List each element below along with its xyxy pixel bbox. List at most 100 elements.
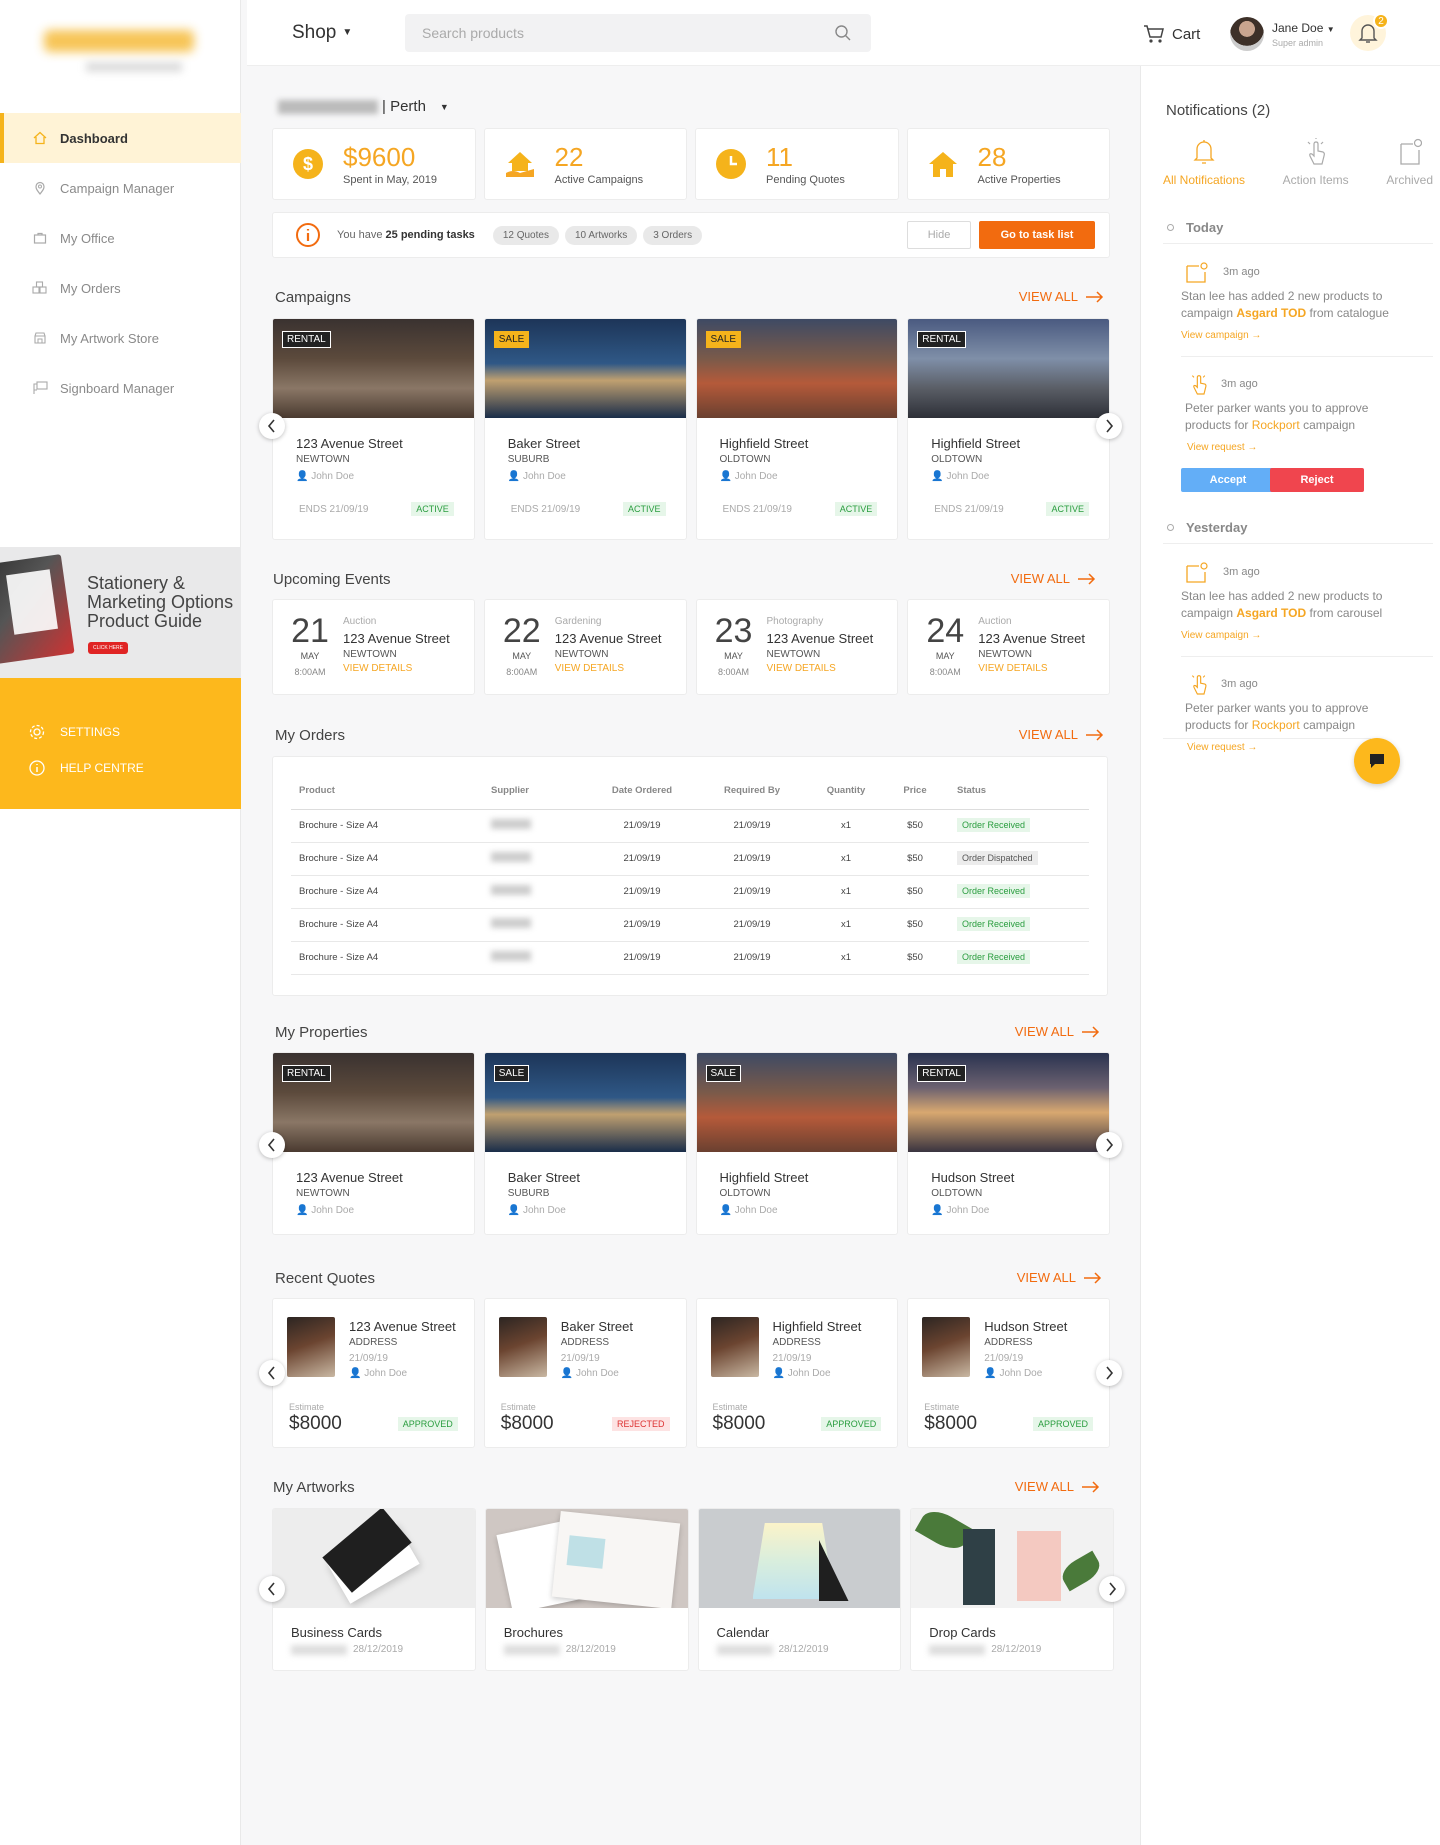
quote-price: $8000 bbox=[712, 1413, 766, 1434]
promo-banner[interactable]: Stationery & Marketing Options Product G… bbox=[0, 547, 241, 678]
location-selector[interactable]: | Perth ▼ bbox=[278, 98, 449, 115]
supplier-blurred bbox=[491, 885, 531, 895]
view-request-link[interactable]: View request → bbox=[1187, 742, 1257, 753]
view-all-link[interactable]: VIEW ALL bbox=[1011, 571, 1096, 586]
view-all-label: VIEW ALL bbox=[1010, 571, 1070, 586]
table-row[interactable]: Brochure - Size A4 21/09/19 21/09/19 x1 … bbox=[291, 908, 1089, 942]
carousel-next-button[interactable] bbox=[1099, 1576, 1125, 1602]
carousel-prev-button[interactable] bbox=[259, 1576, 285, 1602]
artwork-card[interactable]: Brochures 28/12/2019 bbox=[484, 1508, 689, 1671]
stat-card-properties[interactable]: 28 Active Properties bbox=[906, 128, 1110, 200]
user-menu[interactable]: Jane Doe ▼ Super admin bbox=[1230, 17, 1335, 51]
view-request-link[interactable]: View request → bbox=[1187, 442, 1257, 453]
carousel-prev-button[interactable] bbox=[259, 1360, 285, 1386]
event-card[interactable]: 23 MAY 8:00AM Photography 123 Avenue Str… bbox=[695, 599, 899, 695]
go-to-task-list-button[interactable]: Go to task list bbox=[979, 221, 1095, 249]
view-all-link[interactable]: VIEW ALL bbox=[1017, 1270, 1102, 1285]
column-header[interactable]: Required By bbox=[697, 773, 807, 810]
quote-card[interactable]: Baker Street ADDRESS 21/09/19 👤 John Doe… bbox=[483, 1298, 687, 1448]
column-header[interactable]: Product bbox=[291, 773, 491, 810]
store-icon bbox=[32, 330, 48, 346]
property-card[interactable]: SALE Highfield Street OLDTOWN 👤 John Doe bbox=[695, 1052, 899, 1235]
table-row[interactable]: Brochure - Size A4 21/09/19 21/09/19 x1 … bbox=[291, 842, 1089, 876]
stat-card-campaigns[interactable]: 22 Active Campaigns bbox=[483, 128, 687, 200]
column-header[interactable]: Date Ordered bbox=[587, 773, 697, 810]
help-centre-link[interactable]: HELP CENTRE bbox=[0, 750, 241, 786]
campaign-card[interactable]: SALE Highfield Street OLDTOWN 👤 John Doe… bbox=[695, 318, 899, 540]
property-card[interactable]: RENTAL Hudson Street OLDTOWN 👤 John Doe bbox=[907, 1052, 1110, 1235]
view-all-link[interactable]: VIEW ALL bbox=[1019, 727, 1104, 742]
sidebar-item-my-office[interactable]: My Office bbox=[0, 213, 241, 263]
artwork-card[interactable]: Business Cards 28/12/2019 bbox=[272, 1508, 476, 1671]
stat-card-spent[interactable]: $ $9600 Spent in May, 2019 bbox=[272, 128, 476, 200]
table-row[interactable]: Brochure - Size A4 21/09/19 21/09/19 x1 … bbox=[291, 941, 1089, 975]
event-card[interactable]: 21 MAY 8:00AM Auction 123 Avenue Street … bbox=[272, 599, 475, 695]
shop-dropdown[interactable]: Shop ▼ bbox=[292, 22, 352, 44]
pill-orders[interactable]: 3 Orders bbox=[643, 225, 703, 245]
sidebar-item-my-artwork-store[interactable]: My Artwork Store bbox=[0, 313, 241, 363]
carousel-next-button[interactable] bbox=[1096, 413, 1122, 439]
column-header[interactable]: Quantity bbox=[807, 773, 885, 810]
view-details-link[interactable]: VIEW DETAILS bbox=[343, 663, 412, 674]
view-all-link[interactable]: VIEW ALL bbox=[1019, 289, 1104, 304]
hide-button[interactable]: Hide bbox=[907, 221, 971, 249]
pill-artworks[interactable]: 10 Artworks bbox=[564, 225, 638, 245]
sidebar-item-dashboard[interactable]: Dashboard bbox=[0, 113, 241, 163]
campaign-highlight[interactable]: Asgard TOD bbox=[1236, 306, 1306, 320]
notification-text: Stan lee has added 2 new products to cam… bbox=[1181, 288, 1421, 322]
tab-archived[interactable]: Archived bbox=[1386, 138, 1433, 187]
artwork-card[interactable]: Drop Cards 28/12/2019 bbox=[910, 1508, 1114, 1671]
accept-button[interactable]: Accept bbox=[1181, 468, 1275, 492]
table-row[interactable]: Brochure - Size A4 21/09/19 21/09/19 x1 … bbox=[291, 875, 1089, 909]
tab-action-items[interactable]: Action Items bbox=[1283, 138, 1349, 187]
property-card[interactable]: SALE Baker Street SUBURB 👤 John Doe bbox=[483, 1052, 687, 1235]
event-card[interactable]: 22 MAY 8:00AM Gardening 123 Avenue Stree… bbox=[483, 599, 687, 695]
cart-button[interactable]: Cart bbox=[1143, 24, 1200, 44]
view-details-link[interactable]: VIEW DETAILS bbox=[555, 663, 624, 674]
view-all-link[interactable]: VIEW ALL bbox=[1015, 1479, 1100, 1494]
property-card[interactable]: RENTAL 123 Avenue Street NEWTOWN 👤 John … bbox=[272, 1052, 475, 1235]
view-campaign-link[interactable]: View campaign → bbox=[1181, 630, 1261, 641]
campaign-card[interactable]: RENTAL 123 Avenue Street NEWTOWN 👤 John … bbox=[272, 318, 475, 540]
carousel-next-button[interactable] bbox=[1096, 1360, 1122, 1386]
sidebar-item-campaign-manager[interactable]: Campaign Manager bbox=[0, 163, 241, 213]
view-all-link[interactable]: VIEW ALL bbox=[1015, 1024, 1100, 1039]
sidebar-item-signboard-manager[interactable]: Signboard Manager bbox=[0, 363, 241, 413]
campaign-card[interactable]: RENTAL Highfield Street OLDTOWN 👤 John D… bbox=[907, 318, 1110, 540]
notification-item[interactable]: 3m ago Stan lee has added 2 new products… bbox=[1181, 560, 1425, 664]
settings-link[interactable]: SETTINGS bbox=[0, 714, 241, 750]
carousel-prev-button[interactable] bbox=[259, 413, 285, 439]
campaign-card[interactable]: SALE Baker Street SUBURB 👤 John Doe ENDS… bbox=[483, 318, 687, 540]
view-campaign-link[interactable]: View campaign → bbox=[1181, 330, 1261, 341]
column-header[interactable]: Supplier bbox=[491, 773, 587, 810]
search-icon[interactable] bbox=[834, 24, 852, 42]
info-icon bbox=[296, 223, 320, 247]
carousel-prev-button[interactable] bbox=[259, 1132, 285, 1158]
promo-click-button[interactable]: CLICK HERE bbox=[88, 642, 129, 654]
chat-button[interactable] bbox=[1354, 738, 1400, 784]
tab-all-notifications[interactable]: All Notifications bbox=[1163, 138, 1245, 187]
stat-card-quotes[interactable]: 11 Pending Quotes bbox=[695, 128, 899, 200]
notification-bell[interactable]: 2 bbox=[1350, 13, 1389, 51]
quote-card[interactable]: Highfield Street ADDRESS 21/09/19 👤 John… bbox=[695, 1298, 899, 1448]
quote-card[interactable]: 123 Avenue Street ADDRESS 21/09/19 👤 Joh… bbox=[272, 1298, 475, 1448]
view-details-link[interactable]: VIEW DETAILS bbox=[767, 663, 836, 674]
campaign-highlight[interactable]: Rockport bbox=[1252, 418, 1300, 432]
quote-card[interactable]: Hudson Street ADDRESS 21/09/19 👤 John Do… bbox=[907, 1298, 1110, 1448]
carousel-next-button[interactable] bbox=[1096, 1132, 1122, 1158]
event-card[interactable]: 24 MAY 8:00AM Auction 123 Avenue Street … bbox=[907, 599, 1110, 695]
artwork-card[interactable]: Calendar 28/12/2019 bbox=[697, 1508, 902, 1671]
pill-quotes[interactable]: 12 Quotes bbox=[492, 225, 559, 245]
campaign-highlight[interactable]: Asgard TOD bbox=[1236, 606, 1306, 620]
search-input[interactable] bbox=[405, 14, 871, 52]
event-day: 23 bbox=[714, 612, 753, 650]
notification-item[interactable]: 3m ago Stan lee has added 2 new products… bbox=[1181, 260, 1425, 364]
reject-button[interactable]: Reject bbox=[1270, 468, 1364, 492]
table-row[interactable]: Brochure - Size A4 21/09/19 21/09/19 x1 … bbox=[291, 809, 1089, 843]
view-details-link[interactable]: VIEW DETAILS bbox=[978, 663, 1047, 674]
brand-logo[interactable] bbox=[44, 30, 194, 52]
sidebar-item-my-orders[interactable]: My Orders bbox=[0, 263, 241, 313]
column-header[interactable]: Status bbox=[945, 773, 1089, 810]
column-header[interactable]: Price bbox=[885, 773, 945, 810]
campaign-highlight[interactable]: Rockport bbox=[1252, 718, 1300, 732]
